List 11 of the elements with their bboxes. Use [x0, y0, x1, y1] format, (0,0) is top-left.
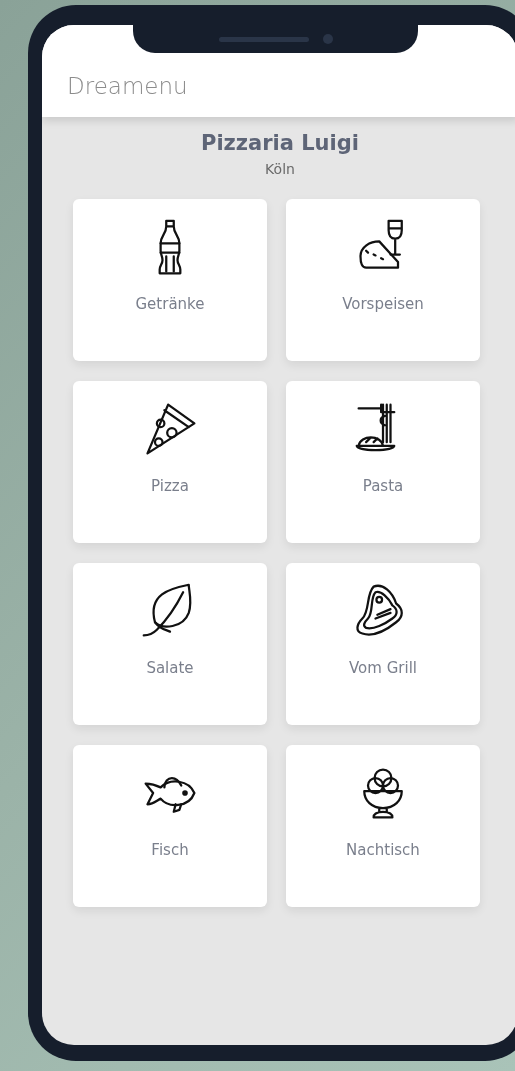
- category-card[interactable]: Vorspeisen: [286, 199, 480, 361]
- category-card[interactable]: Nachtisch: [286, 745, 480, 907]
- category-card[interactable]: Vom Grill: [286, 563, 480, 725]
- category-card[interactable]: Getränke: [73, 199, 267, 361]
- restaurant-city: Köln: [264, 161, 296, 177]
- app-title: Dreamenu: [67, 73, 188, 99]
- category-card[interactable]: Salate: [73, 563, 267, 725]
- category-card[interactable]: Pasta: [286, 381, 480, 543]
- category-card[interactable]: Fisch: [73, 745, 267, 907]
- category-card[interactable]: Pizza: [73, 381, 267, 543]
- restaurant-name: Pizzaria Luigi: [200, 131, 360, 155]
